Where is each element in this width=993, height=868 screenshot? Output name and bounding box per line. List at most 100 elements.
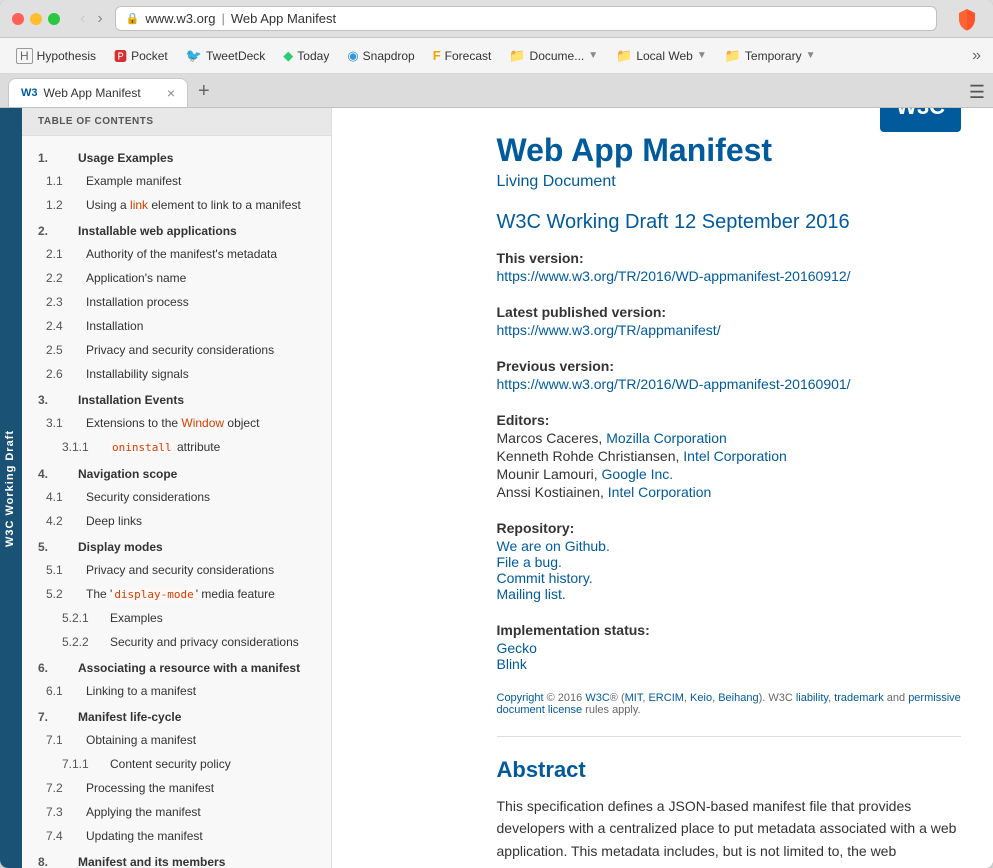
liability-link[interactable]: liability [796, 692, 828, 704]
mit-link[interactable]: MIT [625, 692, 643, 704]
docume-chevron-icon[interactable]: ▼ [588, 50, 598, 61]
toc-item-2-2[interactable]: 2.2 Application's name [22, 266, 331, 290]
toc-item-4-1[interactable]: 4.1 Security considerations [22, 485, 331, 509]
impl-status-section: Implementation status: Gecko Blink [497, 622, 962, 672]
toc-section-7[interactable]: 7. Manifest life-cycle [22, 703, 331, 728]
toc-section-6[interactable]: 6. Associating a resource with a manifes… [22, 654, 331, 679]
toc-item-2-3[interactable]: 2.3 Installation process [22, 290, 331, 314]
toc-num: 1. [38, 149, 70, 167]
toc-section-3[interactable]: 3. Installation Events [22, 386, 331, 411]
trademark-link[interactable]: trademark [834, 692, 884, 704]
new-tab-button[interactable]: + [192, 78, 216, 105]
mozilla-link[interactable]: Mozilla Corporation [606, 430, 727, 446]
toc-item-2-6[interactable]: 2.6 Installability signals [22, 362, 331, 386]
bookmark-today-label: Today [297, 49, 329, 63]
copyright-link[interactable]: Copyright [497, 692, 544, 704]
bookmark-temporary[interactable]: 📁 Temporary ▼ [717, 44, 824, 68]
active-tab[interactable]: W3 Web App Manifest × [8, 78, 188, 107]
snapdrop-icon: ◉ [347, 48, 358, 64]
minimize-button[interactable] [30, 13, 42, 25]
toc-item-5-2-2[interactable]: 5.2.2 Security and privacy consideration… [22, 630, 331, 654]
forward-button[interactable]: › [93, 8, 106, 30]
maximize-button[interactable] [48, 13, 60, 25]
address-domain: www.w3.org [145, 11, 215, 26]
bookmark-pocket[interactable]: 🅿 Pocket [106, 42, 176, 69]
latest-version-link[interactable]: https://www.w3.org/TR/appmanifest/ [497, 322, 962, 338]
bookmarks-overflow[interactable]: » [968, 43, 985, 69]
toc-item-3-1-1[interactable]: 3.1.1 oninstall attribute [22, 435, 331, 460]
bookmark-forecast[interactable]: F Forecast [425, 44, 500, 67]
bookmark-docume[interactable]: 📁 Docume... ▼ [501, 44, 606, 68]
previous-version-link[interactable]: https://www.w3.org/TR/2016/WD-appmanifes… [497, 376, 962, 392]
toc-item-5-1[interactable]: 5.1 Privacy and security considerations [22, 558, 331, 582]
github-link[interactable]: We are on Github. [497, 538, 962, 554]
toc-label: Manifest life-cycle [78, 708, 181, 726]
toc-label: Installability signals [86, 365, 189, 383]
file-bug-link[interactable]: File a bug. [497, 554, 962, 570]
toc-item-4-2[interactable]: 4.2 Deep links [22, 509, 331, 533]
beihang-link[interactable]: Beihang [718, 692, 758, 704]
editor-4: Anssi Kostiainen, Intel Corporation [497, 484, 962, 500]
toc-item-5-2-1[interactable]: 5.2.1 Examples [22, 606, 331, 630]
blink-link[interactable]: Blink [497, 656, 962, 672]
toc-item-6-1[interactable]: 6.1 Linking to a manifest [22, 679, 331, 703]
back-button[interactable]: ‹ [76, 8, 89, 30]
repository-section: Repository: We are on Github. File a bug… [497, 520, 962, 602]
bookmark-tweetdeck-label: TweetDeck [206, 49, 265, 63]
toc-item-7-1[interactable]: 7.1 Obtaining a manifest [22, 728, 331, 752]
w3c-link[interactable]: W3C [585, 692, 609, 704]
toc-item-3-1[interactable]: 3.1 Extensions to the Window object [22, 411, 331, 435]
bookmark-hypothesis[interactable]: H Hypothesis [8, 44, 104, 68]
bookmark-hypothesis-label: Hypothesis [37, 49, 96, 63]
intel-link-1[interactable]: Intel Corporation [683, 448, 787, 464]
toc-num: 2.5 [46, 341, 78, 359]
close-button[interactable] [12, 13, 24, 25]
ercim-link[interactable]: ERCIM [648, 692, 683, 704]
tab-close-button[interactable]: × [167, 85, 175, 101]
google-link[interactable]: Google Inc. [602, 466, 674, 482]
bookmark-snapdrop[interactable]: ◉ Snapdrop [339, 44, 422, 68]
mailing-list-link[interactable]: Mailing list. [497, 586, 962, 602]
toc-num: 7.2 [46, 779, 78, 797]
toc-item-5-2[interactable]: 5.2 The 'display-mode' media feature [22, 582, 331, 607]
browser-menu-button[interactable]: ☰ [969, 82, 985, 103]
toc-item-2-1[interactable]: 2.1 Authority of the manifest's metadata [22, 242, 331, 266]
toc-item-7-1-1[interactable]: 7.1.1 Content security policy [22, 752, 331, 776]
main-area: W3C Working Draft TABLE OF CONTENTS 1. U… [0, 108, 993, 868]
intel-link-2[interactable]: Intel Corporation [608, 484, 712, 500]
toc-item-7-4[interactable]: 7.4 Updating the manifest [22, 824, 331, 848]
address-bar[interactable]: 🔒 www.w3.org | Web App Manifest [115, 6, 937, 31]
impl-status-label: Implementation status: [497, 622, 962, 638]
browser-frame: ‹ › 🔒 www.w3.org | Web App Manifest H Hy… [0, 0, 993, 868]
toc-label: Installation process [86, 293, 189, 311]
toc-label: Content security policy [110, 755, 231, 773]
toc-section-5[interactable]: 5. Display modes [22, 533, 331, 558]
toc-item-2-4[interactable]: 2.4 Installation [22, 314, 331, 338]
abstract-heading: Abstract [497, 757, 962, 783]
localweb-chevron-icon[interactable]: ▼ [697, 50, 707, 61]
editor-3: Mounir Lamouri, Google Inc. [497, 466, 962, 482]
toc-num: 5.2.2 [62, 633, 102, 651]
toc-item-1-1[interactable]: 1.1 Example manifest [22, 169, 331, 193]
toc-label: Display modes [78, 538, 163, 556]
toc-section-8[interactable]: 8. Manifest and its members [22, 848, 331, 868]
toc-section-1[interactable]: 1. Usage Examples [22, 144, 331, 169]
this-version-link[interactable]: https://www.w3.org/TR/2016/WD-appmanifes… [497, 268, 962, 284]
editor-1: Marcos Caceres, Mozilla Corporation [497, 430, 962, 446]
toc-item-7-2[interactable]: 7.2 Processing the manifest [22, 776, 331, 800]
temporary-chevron-icon[interactable]: ▼ [806, 50, 816, 61]
commit-history-link[interactable]: Commit history. [497, 570, 962, 586]
bookmark-tweetdeck[interactable]: 🐦 TweetDeck [178, 44, 274, 68]
toc-section-2[interactable]: 2. Installable web applications [22, 217, 331, 242]
toc-section-4[interactable]: 4. Navigation scope [22, 460, 331, 485]
toc-num: 8. [38, 853, 70, 868]
bookmark-today[interactable]: ◆ Today [275, 44, 337, 68]
toc-item-1-2[interactable]: 1.2 Using a link element to link to a ma… [22, 193, 331, 217]
toc-label: Updating the manifest [86, 827, 203, 845]
gecko-link[interactable]: Gecko [497, 640, 962, 656]
keio-link[interactable]: Keio [690, 692, 712, 704]
toc-item-7-3[interactable]: 7.3 Applying the manifest [22, 800, 331, 824]
title-bar: ‹ › 🔒 www.w3.org | Web App Manifest [0, 0, 993, 38]
bookmark-localweb[interactable]: 📁 Local Web ▼ [608, 44, 715, 68]
toc-item-2-5[interactable]: 2.5 Privacy and security considerations [22, 338, 331, 362]
